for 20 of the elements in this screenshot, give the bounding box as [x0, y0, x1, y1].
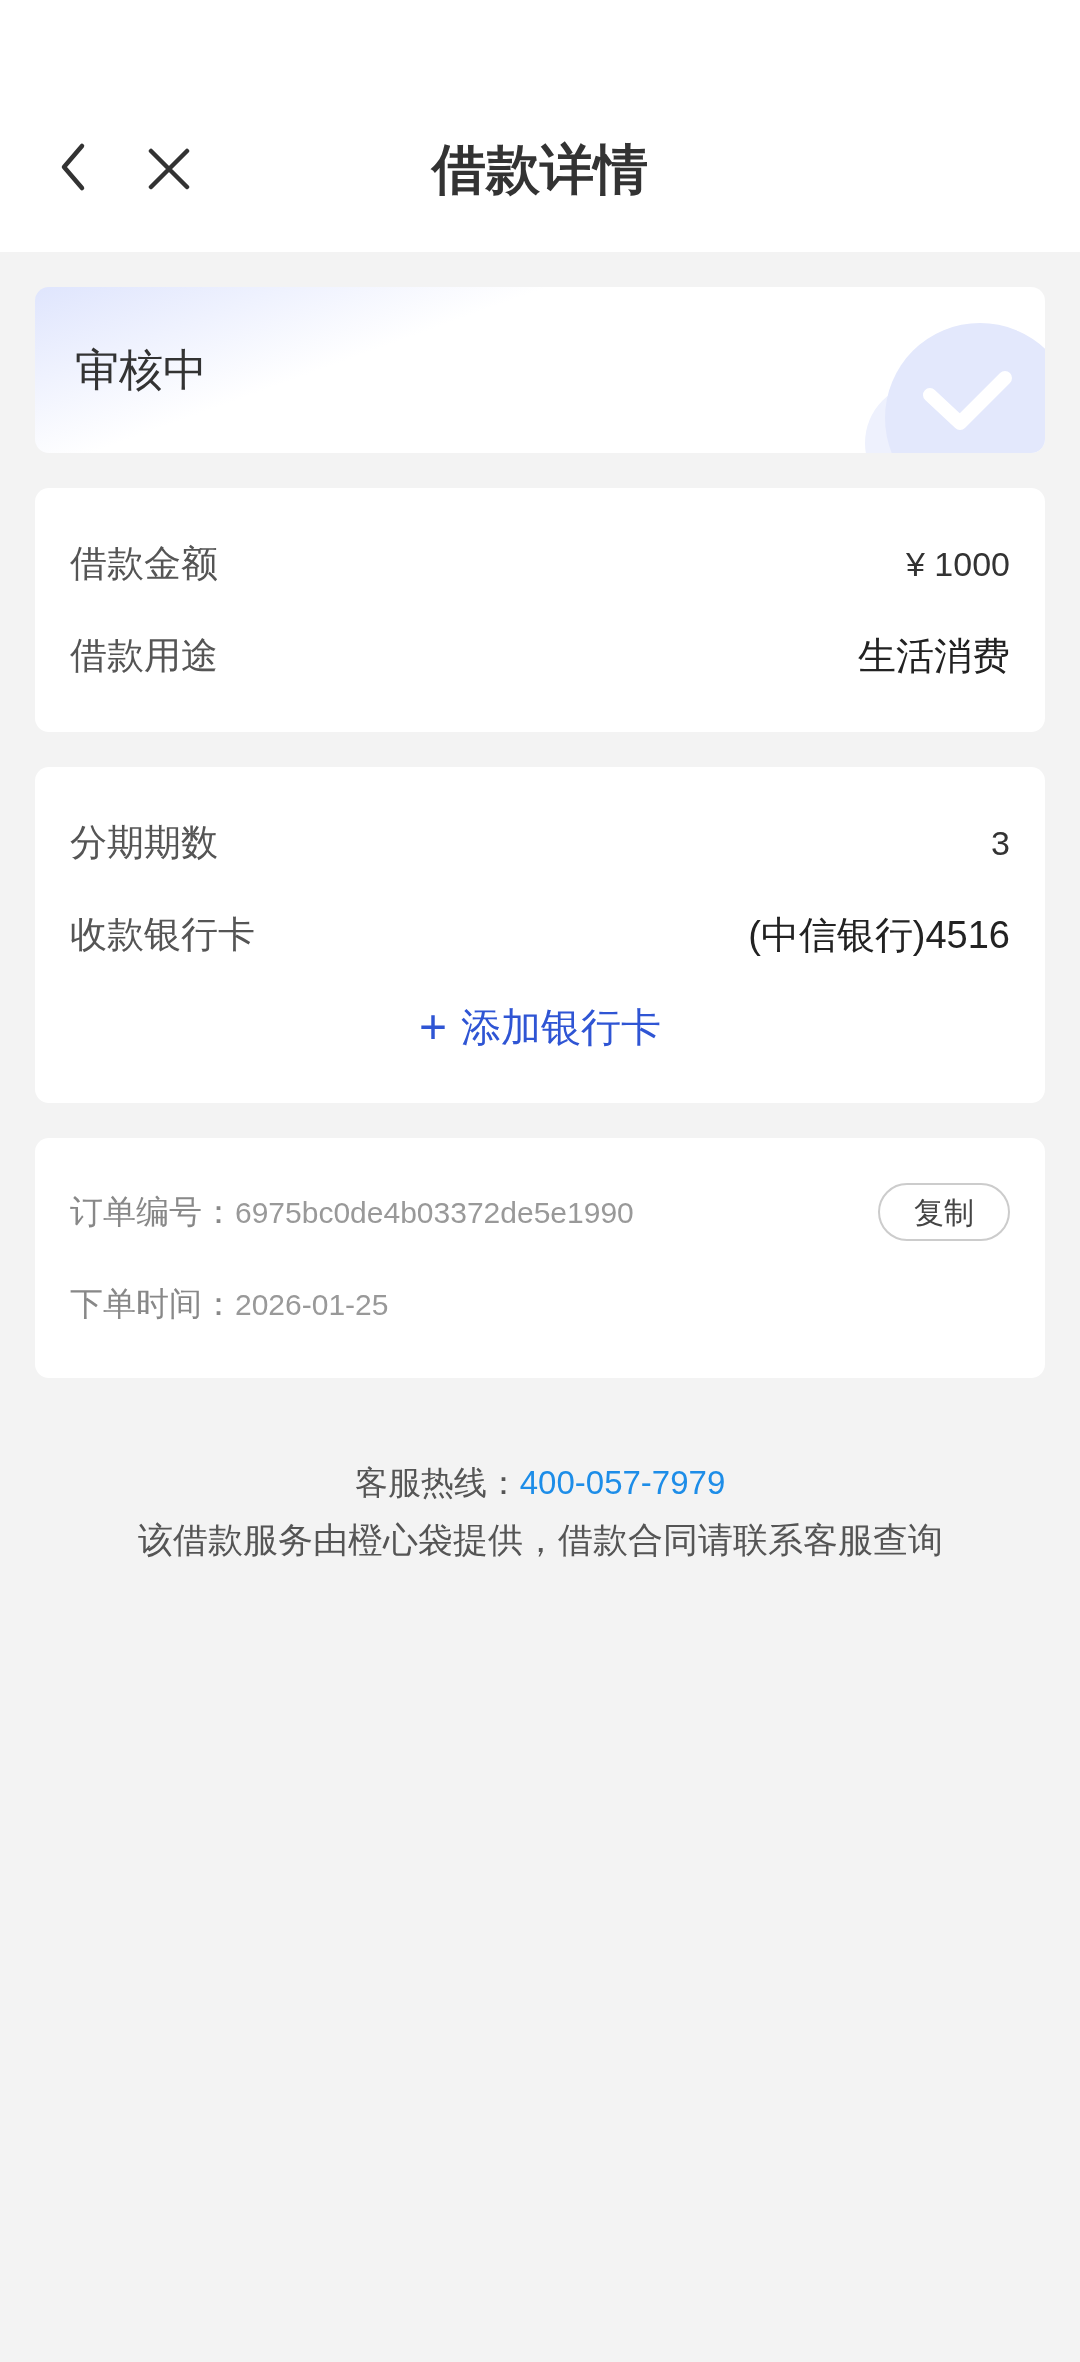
field-label: 借款金额 — [70, 542, 218, 587]
service-note: 该借款服务由橙心袋提供，借款合同请联系客服查询 — [137, 1518, 943, 1561]
hotline-link[interactable]: 400-057-7979 — [519, 1458, 726, 1508]
field-value: (中信银行)4516 — [748, 912, 1010, 958]
field-value: 2026-01-25 — [235, 1286, 389, 1323]
close-icon[interactable] — [148, 148, 190, 190]
field-label: 收款银行卡 — [70, 913, 255, 958]
field-label: 订单编号： — [70, 1192, 235, 1233]
hotline-label: 客服热线： — [354, 1463, 520, 1503]
page-title: 借款详情 — [432, 138, 648, 201]
field-value: ¥ 1000 — [906, 543, 1010, 585]
field-label: 借款用途 — [70, 634, 218, 679]
add-bank-card-link[interactable]: + 添加银行卡 — [419, 997, 661, 1057]
copy-button[interactable]: 复制 — [878, 1183, 1010, 1241]
field-value: 生活消费 — [858, 633, 1010, 679]
field-label: 分期期数 — [70, 821, 218, 866]
field-label: 下单时间： — [70, 1284, 235, 1325]
status-text: 审核中 — [75, 344, 207, 396]
field-value: 3 — [991, 822, 1010, 864]
field-value: 6975bc0de4b03372de5e1990 — [235, 1194, 634, 1231]
